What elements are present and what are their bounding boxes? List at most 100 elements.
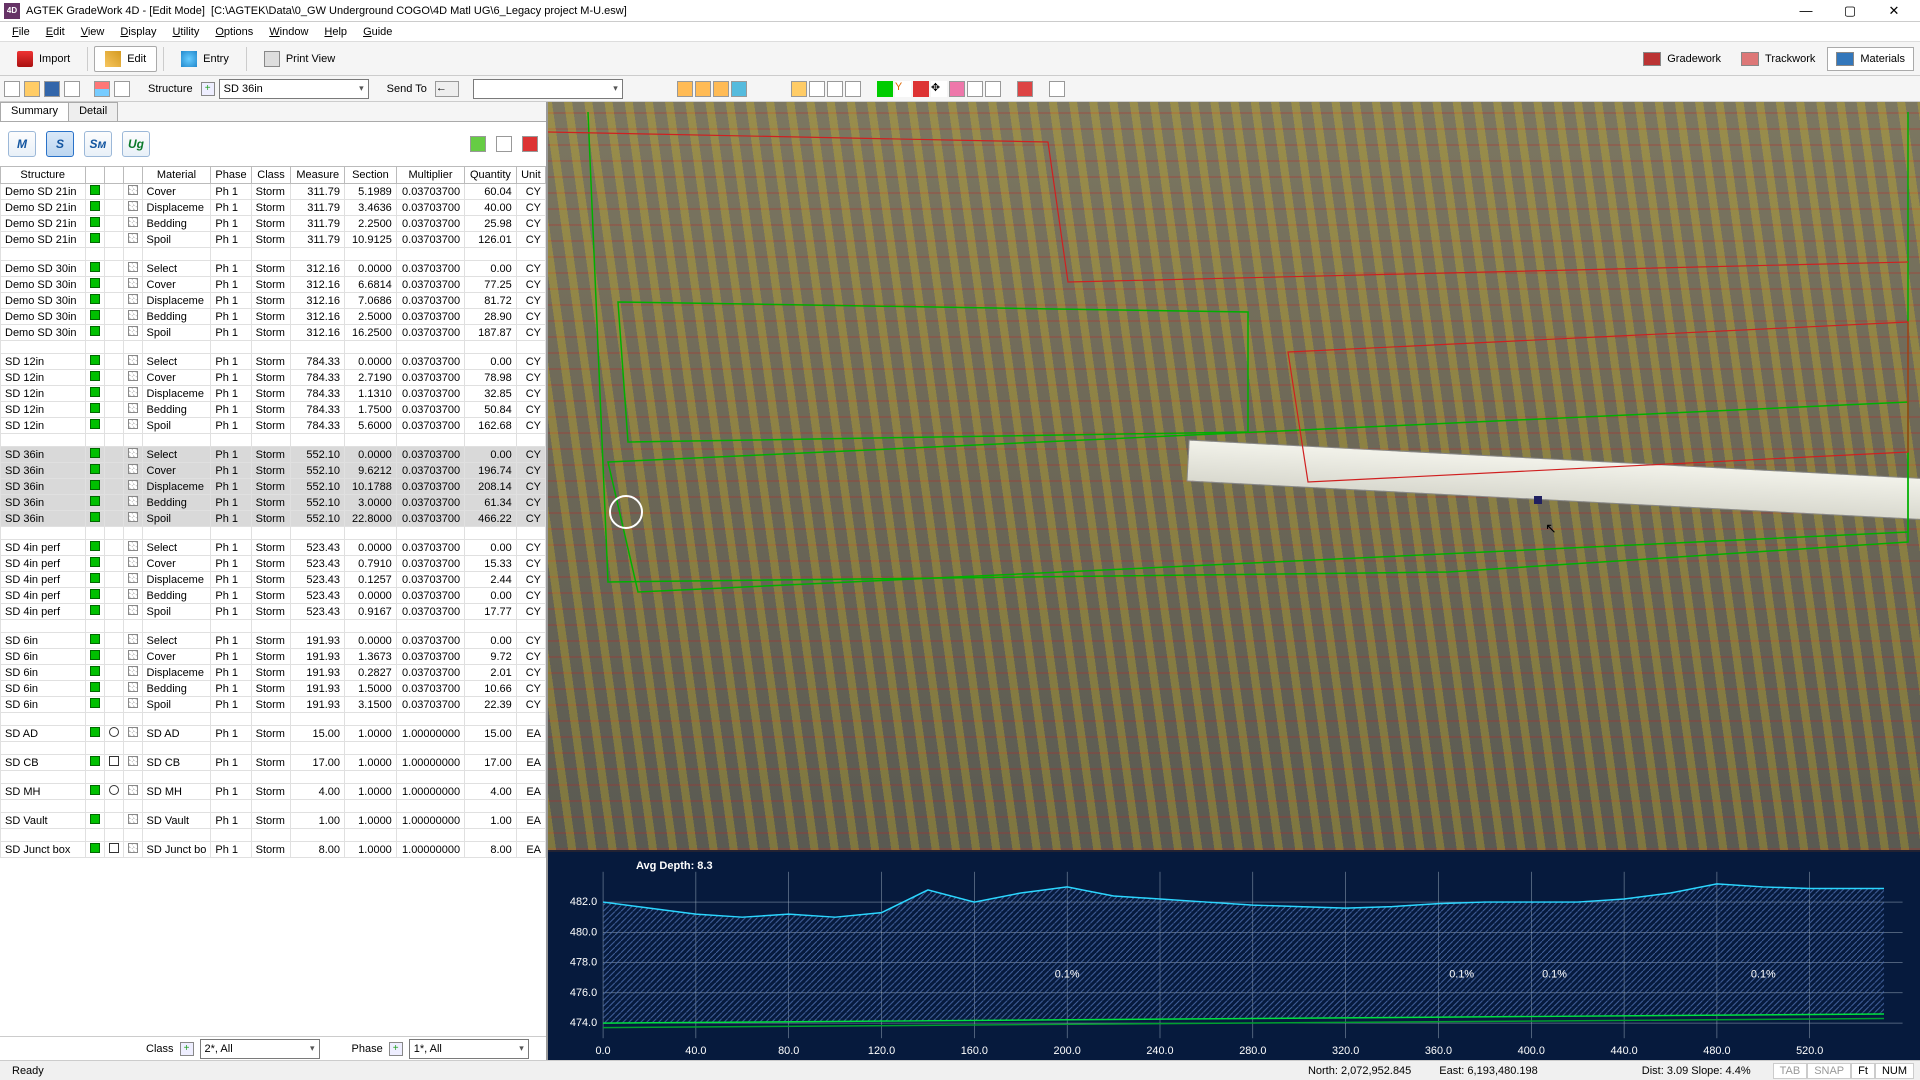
export-icon[interactable]	[470, 136, 486, 152]
table-row[interactable]: Demo SD 30inSelectPh 1Storm312.160.00000…	[1, 261, 546, 277]
table-row[interactable]: Demo SD 30inSpoilPh 1Storm312.1616.25000…	[1, 325, 546, 341]
edit-button[interactable]: Edit	[94, 46, 157, 72]
table-row[interactable]: SD 6inBeddingPh 1Storm191.931.50000.0370…	[1, 681, 546, 697]
table-row[interactable]: SD CBSD CBPh 1Storm17.001.00001.00000000…	[1, 755, 546, 771]
open-icon[interactable]	[24, 81, 40, 97]
gradework-mode[interactable]: Gradework	[1635, 47, 1729, 71]
col-blank3[interactable]	[123, 167, 142, 184]
home-icon[interactable]	[791, 81, 807, 97]
pt-sm[interactable]: Sм	[84, 131, 112, 157]
col-Structure[interactable]: Structure	[1, 167, 86, 184]
print-view-button[interactable]: Print View	[253, 46, 346, 72]
menu-window[interactable]: Window	[261, 24, 316, 40]
close-button[interactable]: ✕	[1872, 0, 1916, 22]
trackwork-mode[interactable]: Trackwork	[1733, 47, 1823, 71]
table-row[interactable]: SD 6inSpoilPh 1Storm191.933.15000.037037…	[1, 697, 546, 713]
table-row[interactable]: SD 12inDisplacemePh 1Storm784.331.13100.…	[1, 386, 546, 402]
new-icon[interactable]	[4, 81, 20, 97]
print3-icon[interactable]	[496, 136, 512, 152]
map-view[interactable]: ↖	[548, 102, 1920, 850]
phase-add-button[interactable]: +	[389, 1042, 403, 1056]
table-row[interactable]: SD VaultSD VaultPh 1Storm1.001.00001.000…	[1, 813, 546, 829]
table-row[interactable]: Demo SD 30inDisplacemePh 1Storm312.167.0…	[1, 293, 546, 309]
pt-s[interactable]: S	[46, 131, 74, 157]
table-row[interactable]: SD 6inDisplacemePh 1Storm191.930.28270.0…	[1, 665, 546, 681]
structure-combo[interactable]: SD 36in	[219, 79, 369, 99]
structure-add-button[interactable]: +	[201, 82, 215, 96]
tab-detail[interactable]: Detail	[68, 102, 118, 121]
zoom-icon[interactable]	[827, 81, 843, 97]
table-row[interactable]: SD 6inSelectPh 1Storm191.930.00000.03703…	[1, 633, 546, 649]
table-row[interactable]: SD 36inBeddingPh 1Storm552.103.00000.037…	[1, 495, 546, 511]
tab-summary[interactable]: Summary	[0, 102, 69, 121]
menu-options[interactable]: Options	[207, 24, 261, 40]
col-Material[interactable]: Material	[142, 167, 211, 184]
pink-tool-icon[interactable]	[949, 81, 965, 97]
import-button[interactable]: Import	[6, 46, 81, 72]
red-tool-icon[interactable]	[913, 81, 929, 97]
col-Section[interactable]: Section	[345, 167, 397, 184]
table-row[interactable]: Demo SD 21inDisplacemePh 1Storm311.793.4…	[1, 200, 546, 216]
pt-m[interactable]: M	[8, 131, 36, 157]
menu-edit[interactable]: Edit	[38, 24, 73, 40]
menu-help[interactable]: Help	[316, 24, 355, 40]
y-tool-icon[interactable]: Y	[895, 81, 911, 97]
sendto-combo[interactable]	[473, 79, 623, 99]
tool-c-icon[interactable]	[713, 81, 729, 97]
profile-chart[interactable]: Avg Depth: 8.3 0.040.080.0120.0160.0200.…	[548, 850, 1920, 1060]
print2-icon[interactable]	[1017, 81, 1033, 97]
table-row[interactable]: SD 6inCoverPh 1Storm191.931.36730.037037…	[1, 649, 546, 665]
menu-utility[interactable]: Utility	[164, 24, 207, 40]
table-row[interactable]: SD 36inSpoilPh 1Storm552.1022.80000.0370…	[1, 511, 546, 527]
col-Unit[interactable]: Unit	[516, 167, 545, 184]
table-row[interactable]: SD 4in perfSelectPh 1Storm523.430.00000.…	[1, 540, 546, 556]
tool-b-icon[interactable]	[695, 81, 711, 97]
sheet-icon[interactable]	[985, 81, 1001, 97]
table-row[interactable]: SD 12inBeddingPh 1Storm784.331.75000.037…	[1, 402, 546, 418]
table-row[interactable]: SD 4in perfDisplacemePh 1Storm523.430.12…	[1, 572, 546, 588]
materials-mode[interactable]: Materials	[1827, 47, 1914, 71]
maximize-button[interactable]: ▢	[1828, 0, 1872, 22]
menu-display[interactable]: Display	[112, 24, 164, 40]
table-row[interactable]: SD 12inSpoilPh 1Storm784.335.60000.03703…	[1, 418, 546, 434]
table-row[interactable]: Demo SD 30inCoverPh 1Storm312.166.68140.…	[1, 277, 546, 293]
menu-file[interactable]: File	[4, 24, 38, 40]
table-row[interactable]: SD 36inDisplacemePh 1Storm552.1010.17880…	[1, 479, 546, 495]
menu-guide[interactable]: Guide	[355, 24, 400, 40]
data-grid[interactable]: StructureMaterialPhaseClassMeasureSectio…	[0, 166, 546, 1036]
col-Class[interactable]: Class	[251, 167, 291, 184]
save-icon[interactable]	[44, 81, 60, 97]
table-row[interactable]: SD 4in perfCoverPh 1Storm523.430.79100.0…	[1, 556, 546, 572]
table-row[interactable]: SD 4in perfSpoilPh 1Storm523.430.91670.0…	[1, 604, 546, 620]
red-icon[interactable]	[522, 136, 538, 152]
minimize-button[interactable]: —	[1784, 0, 1828, 22]
table-row[interactable]: SD MHSD MHPh 1Storm4.001.00001.000000004…	[1, 784, 546, 800]
table-row[interactable]: Demo SD 30inBeddingPh 1Storm312.162.5000…	[1, 309, 546, 325]
pt-ug[interactable]: Ug	[122, 131, 150, 157]
table-row[interactable]: SD 4in perfBeddingPh 1Storm523.430.00000…	[1, 588, 546, 604]
table-row[interactable]: SD Junct boxSD Junct boPh 1Storm8.001.00…	[1, 842, 546, 858]
col-Quantity[interactable]: Quantity	[465, 167, 517, 184]
phase-combo[interactable]: 1*, All	[409, 1039, 529, 1059]
col-blank1[interactable]	[85, 167, 104, 184]
move-icon[interactable]: ✥	[931, 81, 947, 97]
doc-icon[interactable]	[1049, 81, 1065, 97]
entry-button[interactable]: Entry	[170, 46, 240, 72]
star-icon[interactable]	[809, 81, 825, 97]
class-combo[interactable]: 2*, All	[200, 1039, 320, 1059]
col-blank2[interactable]	[104, 167, 123, 184]
table-row[interactable]: SD 36inSelectPh 1Storm552.100.00000.0370…	[1, 447, 546, 463]
table-row[interactable]: Demo SD 21inSpoilPh 1Storm311.7910.91250…	[1, 232, 546, 248]
table-row[interactable]: SD ADSD ADPh 1Storm15.001.00001.00000000…	[1, 726, 546, 742]
col-Multiplier[interactable]: Multiplier	[396, 167, 464, 184]
col-Measure[interactable]: Measure	[291, 167, 345, 184]
green-tool-icon[interactable]	[877, 81, 893, 97]
table-row[interactable]: SD 12inSelectPh 1Storm784.330.00000.0370…	[1, 354, 546, 370]
print-icon[interactable]	[64, 81, 80, 97]
grid2-icon[interactable]	[114, 81, 130, 97]
class-add-button[interactable]: +	[180, 1042, 194, 1056]
tool-a-icon[interactable]	[677, 81, 693, 97]
extents-icon[interactable]	[845, 81, 861, 97]
table-row[interactable]: Demo SD 21inBeddingPh 1Storm311.792.2500…	[1, 216, 546, 232]
grid1-icon[interactable]	[94, 81, 110, 97]
